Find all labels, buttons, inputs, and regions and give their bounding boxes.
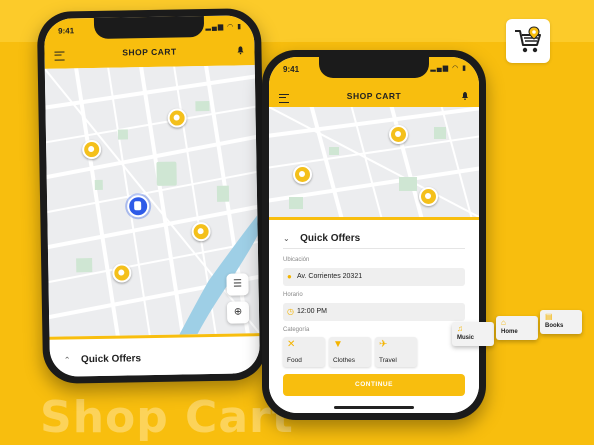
location-value: Av. Corrientes 20321 xyxy=(297,273,363,280)
status-icons: ▂▄▆ ◠ ▮ xyxy=(430,65,467,72)
category-label-clothes: Clothes xyxy=(333,357,356,364)
status-time: 9:41 xyxy=(58,26,75,36)
category-label-books: Books xyxy=(545,323,564,329)
phone-left: 9:41 ▂▄▆ ◠ ▮ SHOP CART ☰ ⊕ ⌃ Quick Offer… xyxy=(36,8,268,384)
bell-icon[interactable] xyxy=(236,45,244,55)
bell-icon[interactable] xyxy=(461,91,469,100)
store-pin[interactable] xyxy=(389,125,408,144)
shirt-icon: ▼ xyxy=(333,339,343,350)
phone-right-screen: 9:41 ▂▄▆ ◠ ▮ SHOP CART ⌄ Quick Offers Ub… xyxy=(269,57,479,413)
map-streets xyxy=(44,65,260,337)
status-icons: ▂▄▆ ◠ ▮ xyxy=(205,23,243,32)
time-label: Horario xyxy=(283,292,303,298)
phone-right: 9:41 ▂▄▆ ◠ ▮ SHOP CART ⌄ Quick Offers Ub… xyxy=(262,50,486,420)
category-music[interactable]: ♫ Music xyxy=(452,322,494,346)
time-value: 12:00 PM xyxy=(297,308,327,315)
store-pin[interactable] xyxy=(419,187,438,206)
category-label-travel: Travel xyxy=(379,357,397,364)
category-travel[interactable]: ✈ Travel xyxy=(375,337,417,367)
category-clothes[interactable]: ▼ Clothes xyxy=(329,337,371,367)
sheet-header[interactable]: ⌄ Quick Offers xyxy=(283,228,360,246)
time-field[interactable]: ◷ 12:00 PM xyxy=(283,303,465,321)
book-icon: ▤ xyxy=(545,312,553,321)
app-logo xyxy=(506,19,550,63)
map[interactable] xyxy=(269,107,479,217)
cart-pin-icon xyxy=(515,26,541,53)
bottom-sheet[interactable]: ⌃ Quick Offers xyxy=(49,333,261,377)
map[interactable]: ☰ ⊕ xyxy=(44,65,260,337)
status-time: 9:41 xyxy=(283,65,300,74)
home-icon: ⌂ xyxy=(501,318,506,327)
app-title: SHOP CART xyxy=(122,46,177,58)
category-label: Categoría xyxy=(283,327,310,333)
brand-watermark: Shop Cart xyxy=(40,392,294,443)
sheet-header[interactable]: ⌃ Quick Offers xyxy=(64,348,141,367)
sheet-title: Quick Offers xyxy=(80,353,142,366)
chevron-up-icon[interactable]: ⌃ xyxy=(64,355,71,364)
fork-knife-icon: ✕ xyxy=(287,339,296,350)
notch xyxy=(319,57,429,78)
chevron-down-icon[interactable]: ⌄ xyxy=(283,234,290,243)
divider xyxy=(283,248,465,249)
category-food[interactable]: ✕ Food xyxy=(283,337,325,367)
menu-icon[interactable] xyxy=(279,94,289,103)
continue-button[interactable]: CONTINUE xyxy=(283,374,465,396)
store-pin[interactable] xyxy=(293,165,312,184)
phone-left-screen: 9:41 ▂▄▆ ◠ ▮ SHOP CART ☰ ⊕ ⌃ Quick Offer… xyxy=(43,15,261,377)
clock-icon: ◷ xyxy=(287,307,294,316)
map-streets xyxy=(269,107,479,217)
location-pin-icon: ● xyxy=(287,272,292,281)
category-books[interactable]: ▤ Books xyxy=(540,310,582,334)
headphones-icon: ♫ xyxy=(457,324,463,333)
locate-icon[interactable]: ⊕ xyxy=(226,301,250,324)
app-title: SHOP CART xyxy=(346,91,402,101)
location-label: Ubicación xyxy=(283,257,310,263)
category-home[interactable]: ⌂ Home xyxy=(496,316,538,340)
sheet-title: Quick Offers xyxy=(300,233,361,244)
filter-icon[interactable]: ☰ xyxy=(226,273,249,296)
notch xyxy=(93,15,205,39)
home-indicator xyxy=(334,406,414,409)
location-field[interactable]: ● Av. Corrientes 20321 xyxy=(283,268,465,286)
quick-offers-sheet: ⌄ Quick Offers Ubicación ● Av. Corriente… xyxy=(269,217,479,413)
menu-icon[interactable] xyxy=(54,51,65,61)
category-label-music: Music xyxy=(457,335,475,341)
category-label-home: Home xyxy=(501,329,518,335)
plane-icon: ✈ xyxy=(379,339,388,350)
category-label-food: Food xyxy=(287,357,302,364)
